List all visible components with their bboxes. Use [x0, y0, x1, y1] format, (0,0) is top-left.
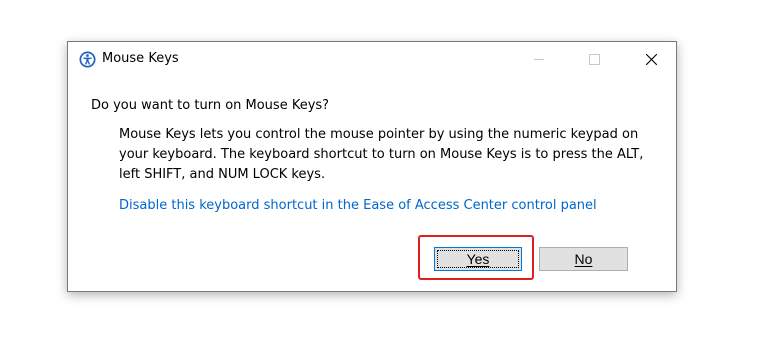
close-button[interactable] [628, 42, 674, 76]
description-text: Mouse Keys lets you control the mouse po… [119, 127, 644, 182]
close-icon [646, 54, 657, 65]
ease-of-access-icon [79, 51, 96, 68]
yes-button[interactable]: Yes [434, 247, 522, 271]
no-button-label: No [574, 251, 593, 267]
minimize-icon [534, 59, 544, 60]
maximize-button[interactable] [571, 42, 617, 76]
yes-button-label: Yes [466, 251, 490, 267]
disable-shortcut-link[interactable]: Disable this keyboard shortcut in the Ea… [119, 197, 597, 215]
minimize-button[interactable] [516, 42, 562, 76]
question-text: Do you want to turn on Mouse Keys? [91, 98, 330, 113]
mouse-keys-dialog: Mouse Keys Do you want to turn on Mouse … [67, 41, 677, 292]
title-bar[interactable]: Mouse Keys [68, 42, 676, 76]
maximize-icon [589, 54, 600, 65]
window-title: Mouse Keys [102, 51, 179, 66]
screen: Mouse Keys Do you want to turn on Mouse … [0, 0, 768, 356]
no-button[interactable]: No [539, 247, 628, 271]
